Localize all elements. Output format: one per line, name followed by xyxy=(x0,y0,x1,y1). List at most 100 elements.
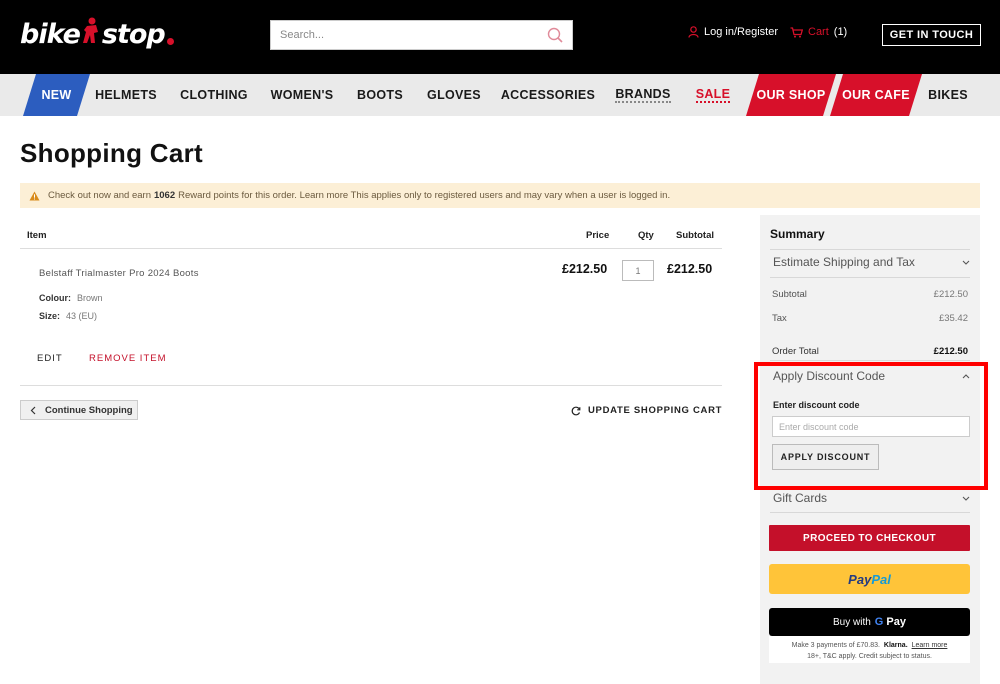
notice-points: 1062 xyxy=(153,190,176,201)
rider-icon xyxy=(81,17,101,52)
col-qty: Qty xyxy=(638,230,654,241)
summary-divider xyxy=(770,360,970,361)
reward-points-notice: Check out now and earn 1062 Reward point… xyxy=(20,183,980,208)
google-pay-logo: G Pay xyxy=(875,616,906,628)
summary-title: Summary xyxy=(770,227,825,241)
tax-row: Tax £35.42 xyxy=(772,313,968,324)
update-shopping-cart-label: UPDATE SHOPPING CART xyxy=(588,405,723,416)
nav-item-sale-label: SALE xyxy=(695,87,731,103)
chevron-left-icon xyxy=(30,406,36,414)
tax-label: Tax xyxy=(772,313,787,324)
chevron-down-icon xyxy=(962,260,970,265)
google-g-icon: G xyxy=(874,616,884,628)
search-input[interactable] xyxy=(271,21,544,49)
summary-divider xyxy=(770,512,970,513)
klarna-terms: 18+, T&C apply. Credit subject to status… xyxy=(807,653,932,660)
cart-item-name[interactable]: Belstaff Trialmaster Pro 2024 Boots xyxy=(39,268,199,279)
logo-dot xyxy=(166,37,174,45)
size-value: 43 (EU) xyxy=(66,311,98,321)
chevron-up-icon xyxy=(962,373,970,378)
colour-value: Brown xyxy=(77,293,103,303)
subtotal-row: Subtotal £212.50 xyxy=(772,289,968,300)
col-item: Item xyxy=(27,230,47,241)
order-total-value: £212.50 xyxy=(933,346,968,357)
paypal-logo-pal: Pal xyxy=(871,571,891,587)
gift-cards-toggle[interactable]: Gift Cards xyxy=(770,485,970,511)
gift-cards-label: Gift Cards xyxy=(773,491,828,505)
estimate-shipping-toggle[interactable]: Estimate Shipping and Tax xyxy=(770,249,970,275)
klarna-learn-more-link[interactable]: Learn more xyxy=(912,642,948,649)
nav-item-new[interactable]: NEW xyxy=(23,74,90,116)
continue-shopping-button[interactable]: Continue Shopping xyxy=(20,400,138,420)
nav-item-accessories[interactable]: ACCESSORIES xyxy=(500,74,596,116)
discount-code-label: Enter discount code xyxy=(773,400,860,410)
cart-item-price: £212.50 xyxy=(562,262,608,276)
nav-item-sale[interactable]: SALE xyxy=(690,74,736,116)
update-shopping-cart-button[interactable]: UPDATE SHOPPING CART xyxy=(571,405,722,416)
cart-item-colour: Colour: Brown xyxy=(39,293,103,303)
edit-item-link[interactable]: EDIT xyxy=(37,353,63,364)
order-summary: Summary Estimate Shipping and Tax Subtot… xyxy=(760,215,980,684)
cart-item-size: Size: 43 (EU) xyxy=(39,311,97,321)
search-box xyxy=(270,20,573,50)
cart-item-subtotal: £212.50 xyxy=(667,262,713,276)
site-header: bike stop Log in/Register Cart (1) GET I… xyxy=(0,0,1000,74)
nav-item-helmets[interactable]: HELMETS xyxy=(90,74,162,116)
nav-item-brands-label: BRANDS xyxy=(615,87,671,103)
order-total-label: Order Total xyxy=(772,346,819,357)
apply-discount-title: Apply Discount Code xyxy=(773,369,886,383)
klarna-prefix: Make 3 payments of £70.83. xyxy=(791,642,880,649)
get-in-touch-button[interactable]: GET IN TOUCH xyxy=(882,24,981,46)
warning-icon xyxy=(29,191,40,200)
nav-item-womens[interactable]: WOMEN'S xyxy=(266,74,338,116)
google-pay-button[interactable]: Buy with G Pay xyxy=(769,608,970,636)
cart-count: (1) xyxy=(833,26,848,38)
nav-item-our-cafe[interactable]: OUR CAFE xyxy=(830,74,922,116)
refresh-icon xyxy=(571,406,581,415)
login-register-link[interactable]: Log in/Register xyxy=(688,26,778,38)
col-subtotal: Subtotal xyxy=(676,230,714,241)
paypal-button[interactable]: Pay Pal xyxy=(769,564,970,594)
tax-value: £35.42 xyxy=(938,313,968,324)
google-pay-prefix: Buy with xyxy=(833,616,871,628)
apply-discount-button[interactable]: APPLY DISCOUNT xyxy=(772,444,879,470)
logo-text-stop: stop xyxy=(101,18,166,50)
klarna-message: Make 3 payments of £70.83. Klarna. Learn… xyxy=(769,636,970,663)
colour-label: Colour: xyxy=(39,293,71,303)
google-pay-text: Pay xyxy=(886,616,906,628)
nav-item-brands[interactable]: BRANDS xyxy=(612,74,674,116)
order-total-row: Order Total £212.50 xyxy=(772,346,968,357)
subtotal-label: Subtotal xyxy=(772,289,807,300)
remove-item-link[interactable]: REMOVE ITEM xyxy=(89,353,167,364)
notice-suffix: Reward points for this order. Learn more… xyxy=(178,190,671,201)
cart-icon xyxy=(790,26,803,38)
nav-item-clothing[interactable]: CLOTHING xyxy=(174,74,254,116)
nav-item-bikes[interactable]: BIKES xyxy=(922,74,974,116)
klarna-logo: Klarna. xyxy=(883,642,908,649)
apply-discount-toggle[interactable]: Apply Discount Code xyxy=(770,363,970,389)
cart-label: Cart xyxy=(808,26,829,38)
logo-text-bike: bike xyxy=(20,18,81,50)
user-icon xyxy=(688,26,699,38)
col-price: Price xyxy=(586,230,610,241)
summary-divider xyxy=(770,277,970,278)
proceed-to-checkout-button[interactable]: PROCEED TO CHECKOUT xyxy=(769,525,970,551)
cart-divider xyxy=(20,385,722,386)
page-title: Shopping Cart xyxy=(20,138,203,168)
quantity-input[interactable] xyxy=(622,260,654,281)
nav-item-gloves[interactable]: GLOVES xyxy=(424,74,484,116)
search-icon[interactable] xyxy=(544,24,566,46)
cart-link[interactable]: Cart (1) xyxy=(790,26,847,38)
login-register-label: Log in/Register xyxy=(704,26,778,38)
site-logo[interactable]: bike stop xyxy=(20,14,174,54)
chevron-down-icon xyxy=(962,496,970,501)
notice-prefix: Check out now and earn xyxy=(48,190,151,201)
nav-item-our-shop[interactable]: OUR SHOP xyxy=(746,74,836,116)
nav-item-boots[interactable]: BOOTS xyxy=(352,74,408,116)
subtotal-value: £212.50 xyxy=(933,289,968,300)
cart-table-header: Item Price Qty Subtotal xyxy=(20,226,722,249)
paypal-logo-pay: Pay xyxy=(848,571,872,587)
continue-shopping-label: Continue Shopping xyxy=(45,404,133,416)
size-label: Size: xyxy=(39,311,61,321)
discount-code-input[interactable] xyxy=(772,416,970,437)
